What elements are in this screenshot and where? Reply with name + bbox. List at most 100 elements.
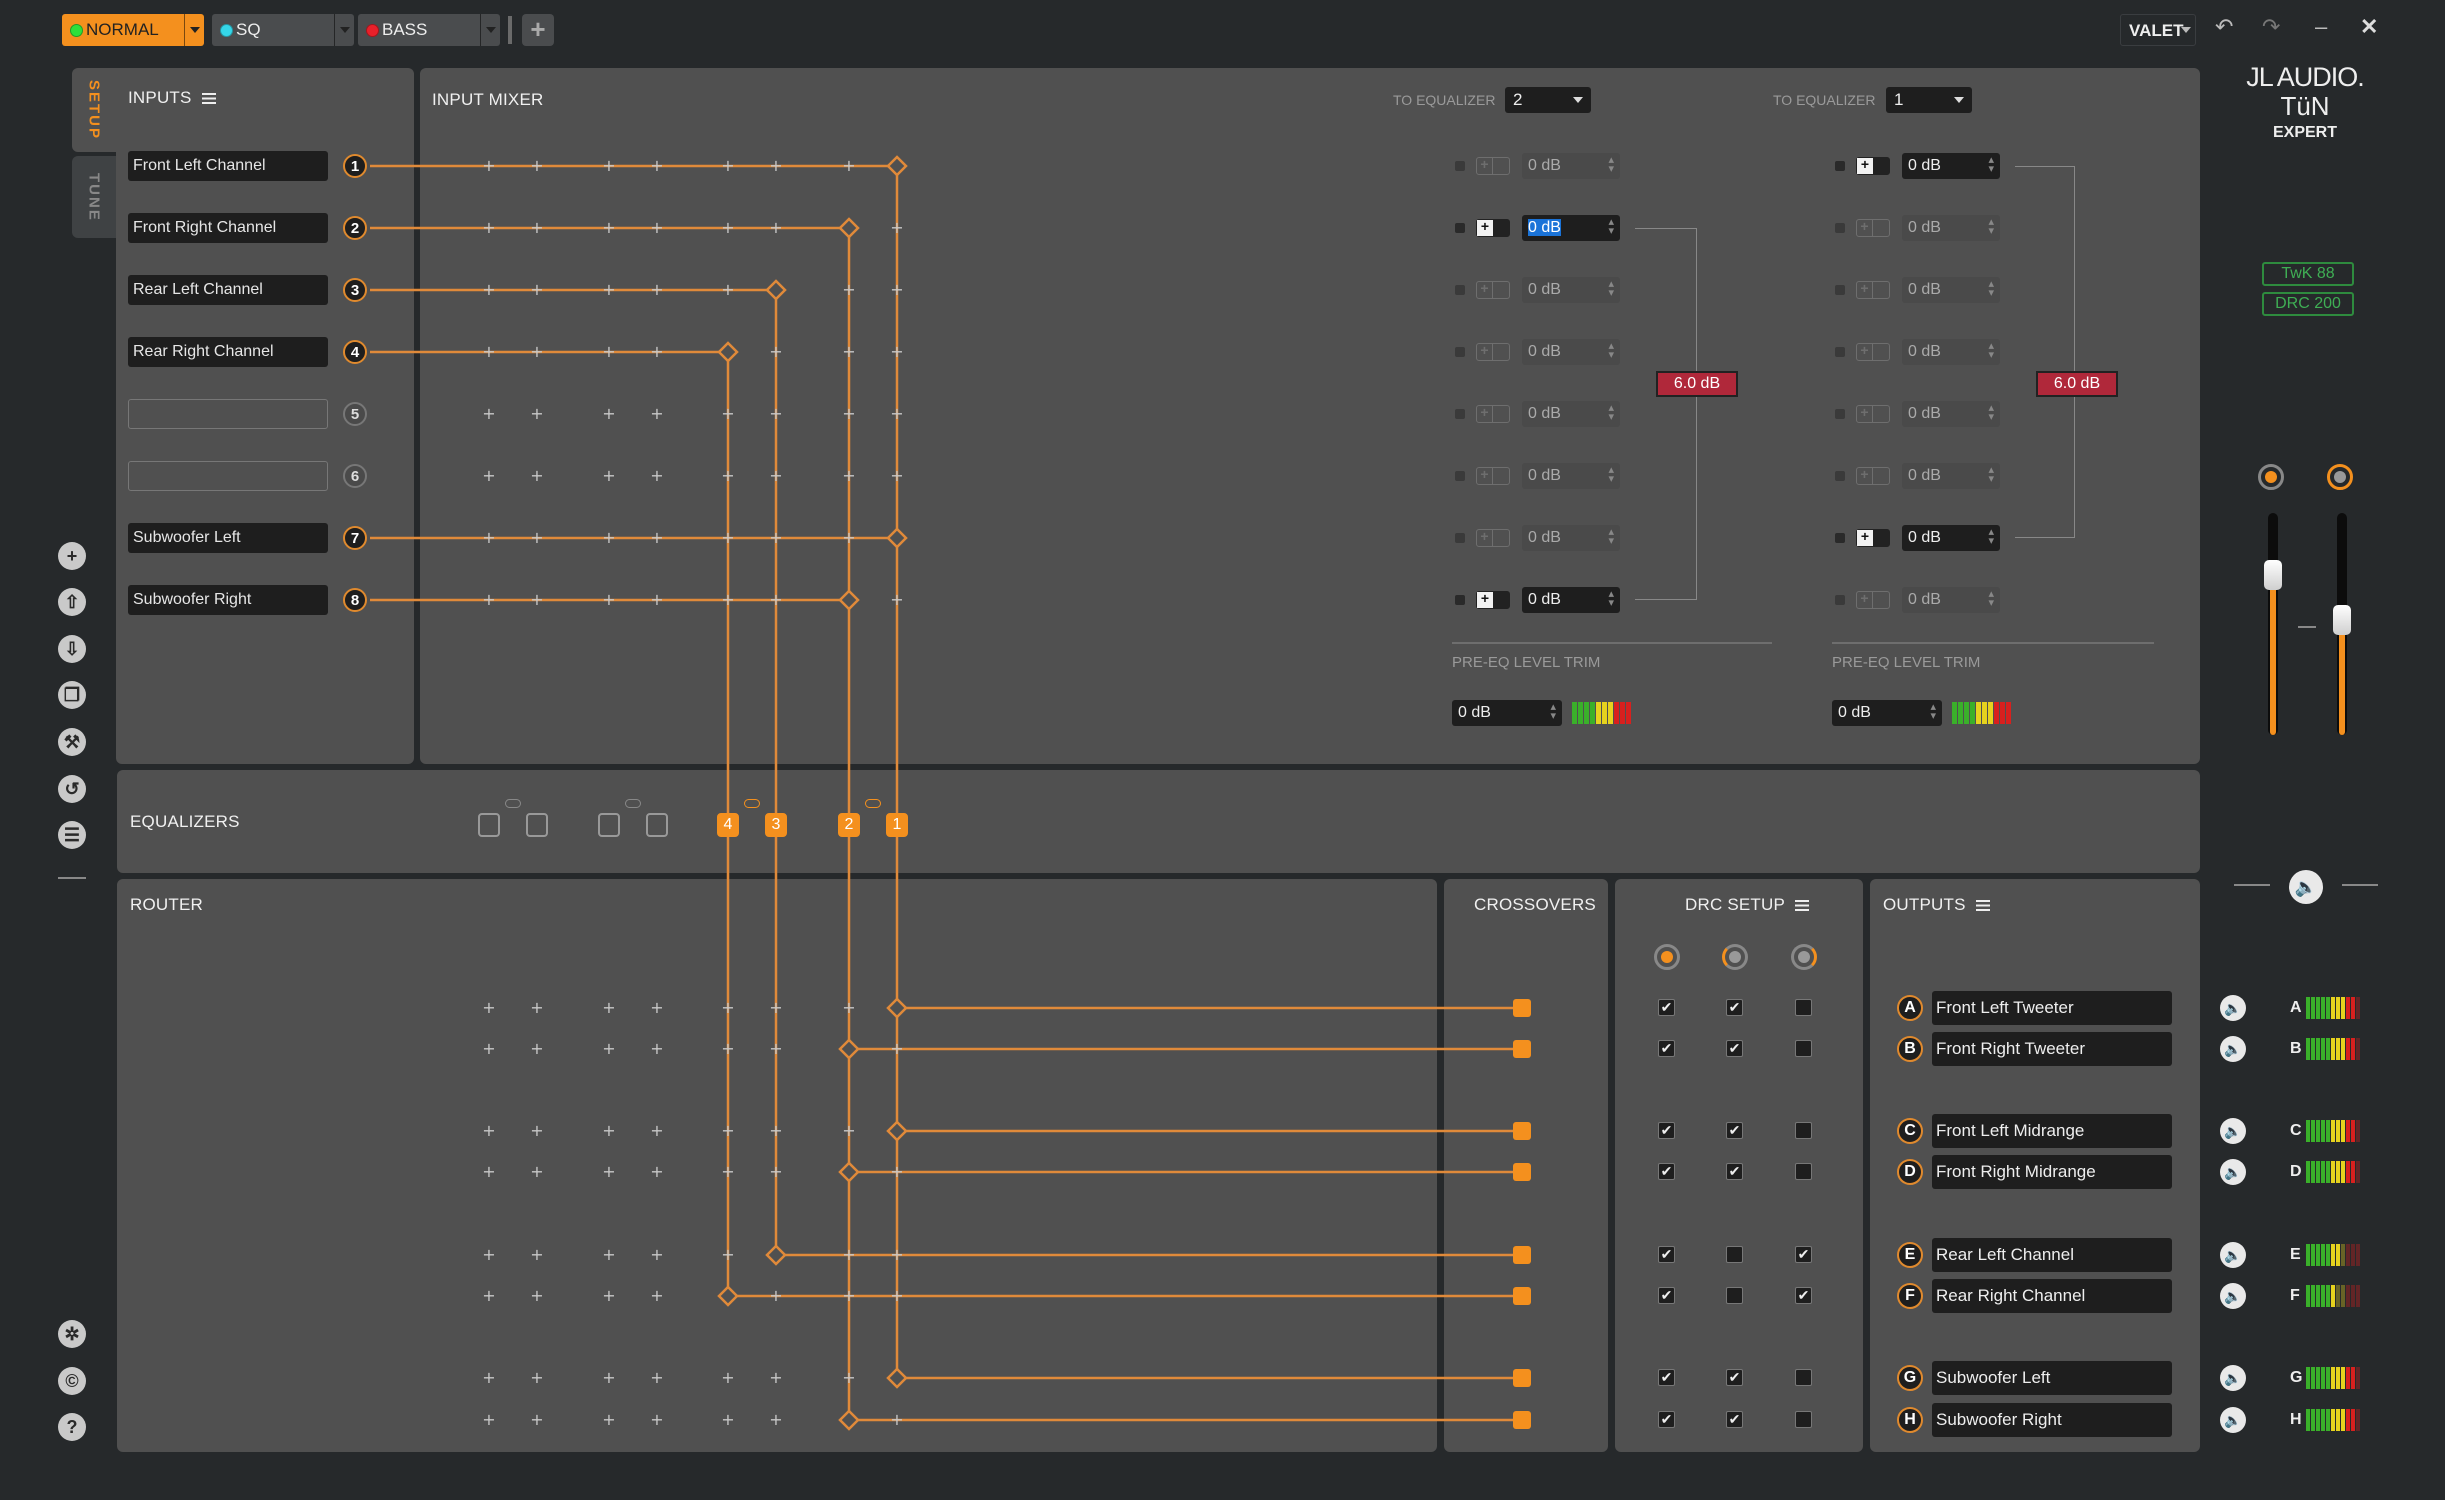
mix-level-input[interactable]: 0 dB ▴ ▾ <box>1902 525 2000 551</box>
mix-enable-toggle[interactable] <box>1455 161 1465 171</box>
mix-level-input[interactable]: 0 dB ▴ ▾ <box>1902 153 2000 179</box>
mix-level-input[interactable]: 0 dB ▴ ▾ <box>1902 339 2000 365</box>
menu-icon[interactable] <box>1795 900 1810 912</box>
preset-sq[interactable]: SQ <box>212 14 354 46</box>
polarity-toggle[interactable]: + <box>1476 219 1510 237</box>
polarity-toggle[interactable]: + <box>1476 157 1510 175</box>
mix-level-input[interactable]: 0 dB ▴ ▾ <box>1522 463 1620 489</box>
mix-enable-toggle[interactable] <box>1455 347 1465 357</box>
master-knob-2[interactable] <box>2327 464 2353 490</box>
spinner-icon[interactable]: ▴ ▾ <box>1988 217 1994 237</box>
polarity-toggle[interactable]: + <box>1856 405 1890 423</box>
crossover-button[interactable] <box>1513 1246 1531 1264</box>
chevron-down-icon[interactable] <box>480 14 500 46</box>
minimize-button[interactable]: – <box>2315 14 2327 40</box>
mix-enable-toggle[interactable] <box>1455 409 1465 419</box>
spinner-icon[interactable]: ▴ ▾ <box>1988 403 1994 423</box>
master-slider-thumb[interactable] <box>2333 604 2351 635</box>
spinner-icon[interactable]: ▴ ▾ <box>1608 279 1614 299</box>
output-name-field[interactable]: Subwoofer Left <box>1932 1361 2172 1395</box>
spinner-icon[interactable]: ▴ ▾ <box>1988 155 1994 175</box>
spinner-icon[interactable]: ▴ ▾ <box>1550 702 1556 722</box>
spinner-icon[interactable]: ▴ ▾ <box>1988 527 1994 547</box>
equalizer-select[interactable]: 2 <box>1505 87 1591 113</box>
drc-checkbox[interactable]: ✔ <box>1658 1411 1675 1428</box>
copy-icon[interactable]: ❐ <box>58 681 86 709</box>
drc-checkbox[interactable]: ✔ <box>1658 1163 1675 1180</box>
mix-enable-toggle[interactable] <box>1835 409 1845 419</box>
drc-checkbox[interactable]: ✔ <box>1726 1163 1743 1180</box>
polarity-toggle[interactable]: + <box>1476 529 1510 547</box>
input-name-field[interactable]: Front Left Channel <box>128 151 328 181</box>
input-name-field[interactable]: Subwoofer Left <box>128 523 328 553</box>
add-preset-button[interactable]: + <box>522 14 554 46</box>
drc-checkbox[interactable]: ✔ <box>1726 1122 1743 1139</box>
link-icon[interactable] <box>744 799 760 808</box>
chevron-down-icon[interactable] <box>184 14 204 46</box>
mix-enable-toggle[interactable] <box>1455 533 1465 543</box>
preset-normal[interactable]: NORMAL <box>62 14 204 46</box>
add-icon[interactable]: + <box>58 542 86 570</box>
speaker-icon[interactable]: 🔈 <box>2220 1118 2246 1144</box>
equalizer-slot[interactable] <box>526 813 548 837</box>
drc-checkbox[interactable] <box>1795 1122 1812 1139</box>
link-icon[interactable] <box>865 799 881 808</box>
drc-checkbox[interactable]: ✔ <box>1726 999 1743 1016</box>
drc-checkbox[interactable] <box>1795 999 1812 1016</box>
crossover-button[interactable] <box>1513 1163 1531 1181</box>
drc-checkbox[interactable] <box>1795 1369 1812 1386</box>
drc-knob-high[interactable] <box>1791 944 1817 970</box>
upload-icon[interactable]: ⇧ <box>58 588 86 616</box>
list-icon[interactable]: ☰ <box>58 821 86 849</box>
mix-level-input[interactable]: 0 dB ▴ ▾ <box>1902 277 2000 303</box>
master-slider-thumb[interactable] <box>2264 560 2282 591</box>
drc-knob-low[interactable] <box>1654 944 1680 970</box>
crossover-button[interactable] <box>1513 1040 1531 1058</box>
mix-level-input[interactable]: 0 dB ▴ ▾ <box>1522 215 1620 241</box>
equalizer-1-button[interactable]: 1 <box>886 813 908 837</box>
download-icon[interactable]: ⇩ <box>58 635 86 663</box>
drc-checkbox[interactable] <box>1795 1163 1812 1180</box>
crossover-button[interactable] <box>1513 999 1531 1017</box>
drc-checkbox[interactable]: ✔ <box>1658 1040 1675 1057</box>
speaker-icon[interactable]: 🔈 <box>2220 1036 2246 1062</box>
crossover-button[interactable] <box>1513 1411 1531 1429</box>
polarity-toggle[interactable]: + <box>1476 591 1510 609</box>
mix-level-input[interactable]: 0 dB ▴ ▾ <box>1902 215 2000 241</box>
input-name-field[interactable]: Subwoofer Right <box>128 585 328 615</box>
spinner-icon[interactable]: ▴ ▾ <box>1988 465 1994 485</box>
output-name-field[interactable]: Front Left Midrange <box>1932 1114 2172 1148</box>
equalizer-3-button[interactable]: 3 <box>765 813 787 837</box>
mix-enable-toggle[interactable] <box>1455 595 1465 605</box>
mix-level-input[interactable]: 0 dB ▴ ▾ <box>1522 587 1620 613</box>
drc-checkbox[interactable]: ✔ <box>1795 1287 1812 1304</box>
mix-level-input[interactable]: 0 dB ▴ ▾ <box>1522 339 1620 365</box>
spinner-icon[interactable]: ▴ ▾ <box>1608 589 1614 609</box>
drc-checkbox[interactable]: ✔ <box>1658 1369 1675 1386</box>
help-icon[interactable]: ? <box>58 1413 86 1441</box>
drc-checkbox[interactable] <box>1726 1246 1743 1263</box>
polarity-toggle[interactable]: + <box>1856 219 1890 237</box>
mix-level-input[interactable]: 0 dB ▴ ▾ <box>1522 525 1620 551</box>
mix-enable-toggle[interactable] <box>1835 347 1845 357</box>
tab-setup[interactable]: SETUP <box>72 68 116 152</box>
input-name-field[interactable]: Rear Left Channel <box>128 275 328 305</box>
crossover-button[interactable] <box>1513 1287 1531 1305</box>
mix-enable-toggle[interactable] <box>1455 285 1465 295</box>
equalizer-2-button[interactable]: 2 <box>838 813 860 837</box>
valet-dropdown[interactable]: VALET <box>2120 14 2196 46</box>
mix-enable-toggle[interactable] <box>1835 533 1845 543</box>
spinner-icon[interactable]: ▴ ▾ <box>1930 702 1936 722</box>
spinner-icon[interactable]: ▴ ▾ <box>1988 279 1994 299</box>
polarity-toggle[interactable]: + <box>1856 281 1890 299</box>
preset-bass[interactable]: BASS <box>358 14 500 46</box>
equalizer-slot[interactable] <box>646 813 668 837</box>
drc-checkbox[interactable] <box>1795 1040 1812 1057</box>
mix-level-input[interactable]: 0 dB ▴ ▾ <box>1522 277 1620 303</box>
settings-icon[interactable]: ✲ <box>58 1320 86 1348</box>
output-name-field[interactable]: Front Left Tweeter <box>1932 991 2172 1025</box>
spinner-icon[interactable]: ▴ ▾ <box>1608 155 1614 175</box>
mix-level-input[interactable]: 0 dB ▴ ▾ <box>1902 463 2000 489</box>
output-name-field[interactable]: Subwoofer Right <box>1932 1403 2172 1437</box>
undo-icon[interactable]: ↶ <box>2215 14 2233 40</box>
